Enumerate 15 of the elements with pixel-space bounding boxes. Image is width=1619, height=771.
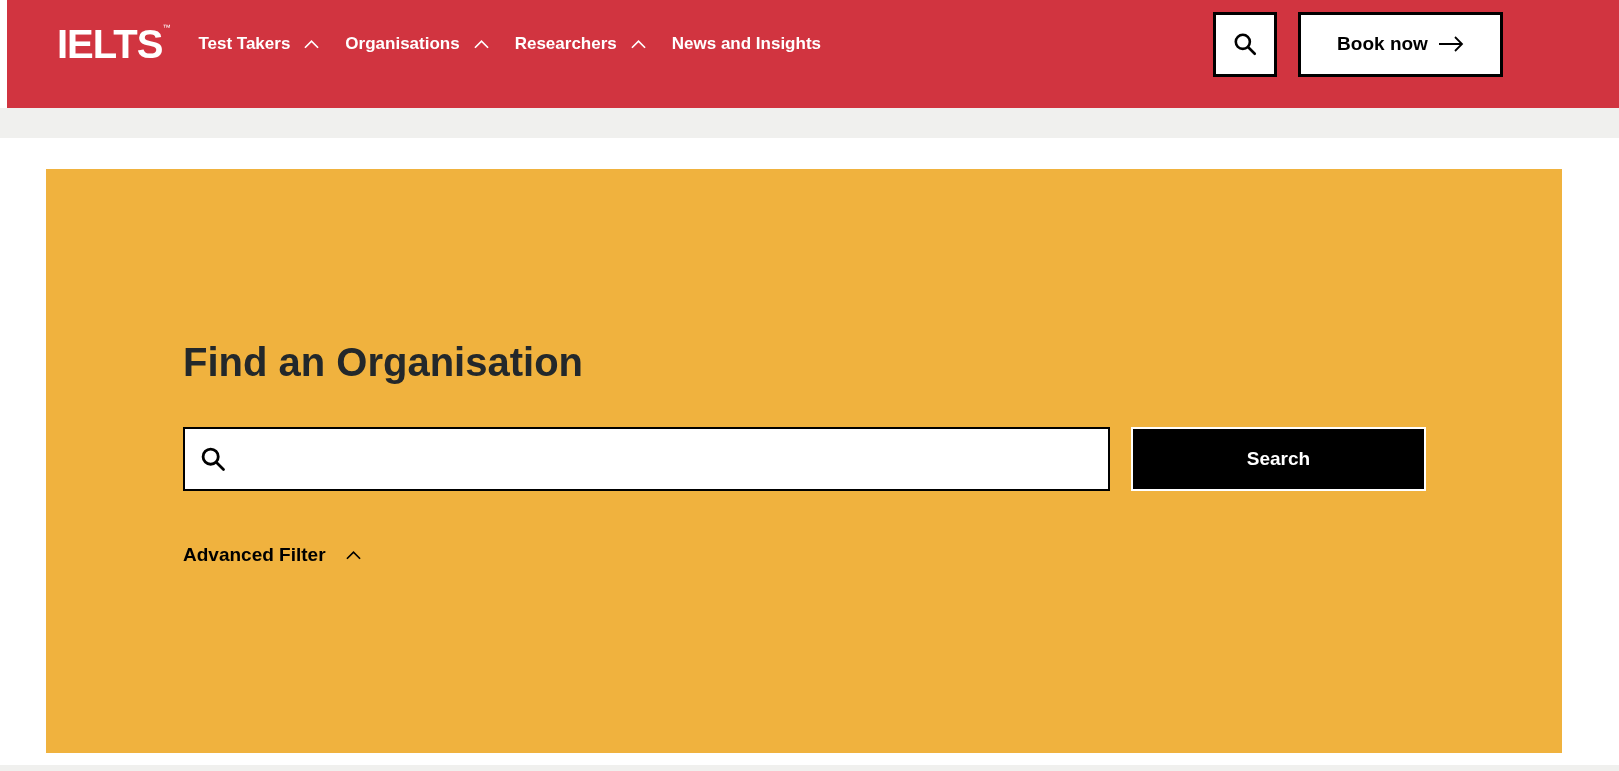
search-icon bbox=[1232, 31, 1258, 57]
nav-menu[interactable]: Researchers bbox=[514, 31, 646, 57]
search-submit-button[interactable]: Search bbox=[1131, 427, 1426, 491]
advanced-filter-toggle[interactable]: Advanced Filter bbox=[183, 541, 361, 570]
nav-link[interactable]: News and Insights bbox=[671, 31, 821, 57]
search-field[interactable] bbox=[183, 427, 1110, 491]
page-heading: Find an Organisation bbox=[183, 342, 585, 382]
arrow-right-icon bbox=[1437, 36, 1464, 52]
search-button[interactable] bbox=[1213, 11, 1277, 77]
logo[interactable]: IELTS bbox=[57, 24, 163, 64]
book-now-button[interactable]: Book now bbox=[1298, 11, 1503, 77]
nav-menu[interactable]: Organisations bbox=[345, 31, 489, 57]
trademark: ™ bbox=[162, 24, 171, 32]
nav-menu[interactable]: Test Takers bbox=[198, 31, 320, 57]
search-icon bbox=[199, 445, 227, 473]
